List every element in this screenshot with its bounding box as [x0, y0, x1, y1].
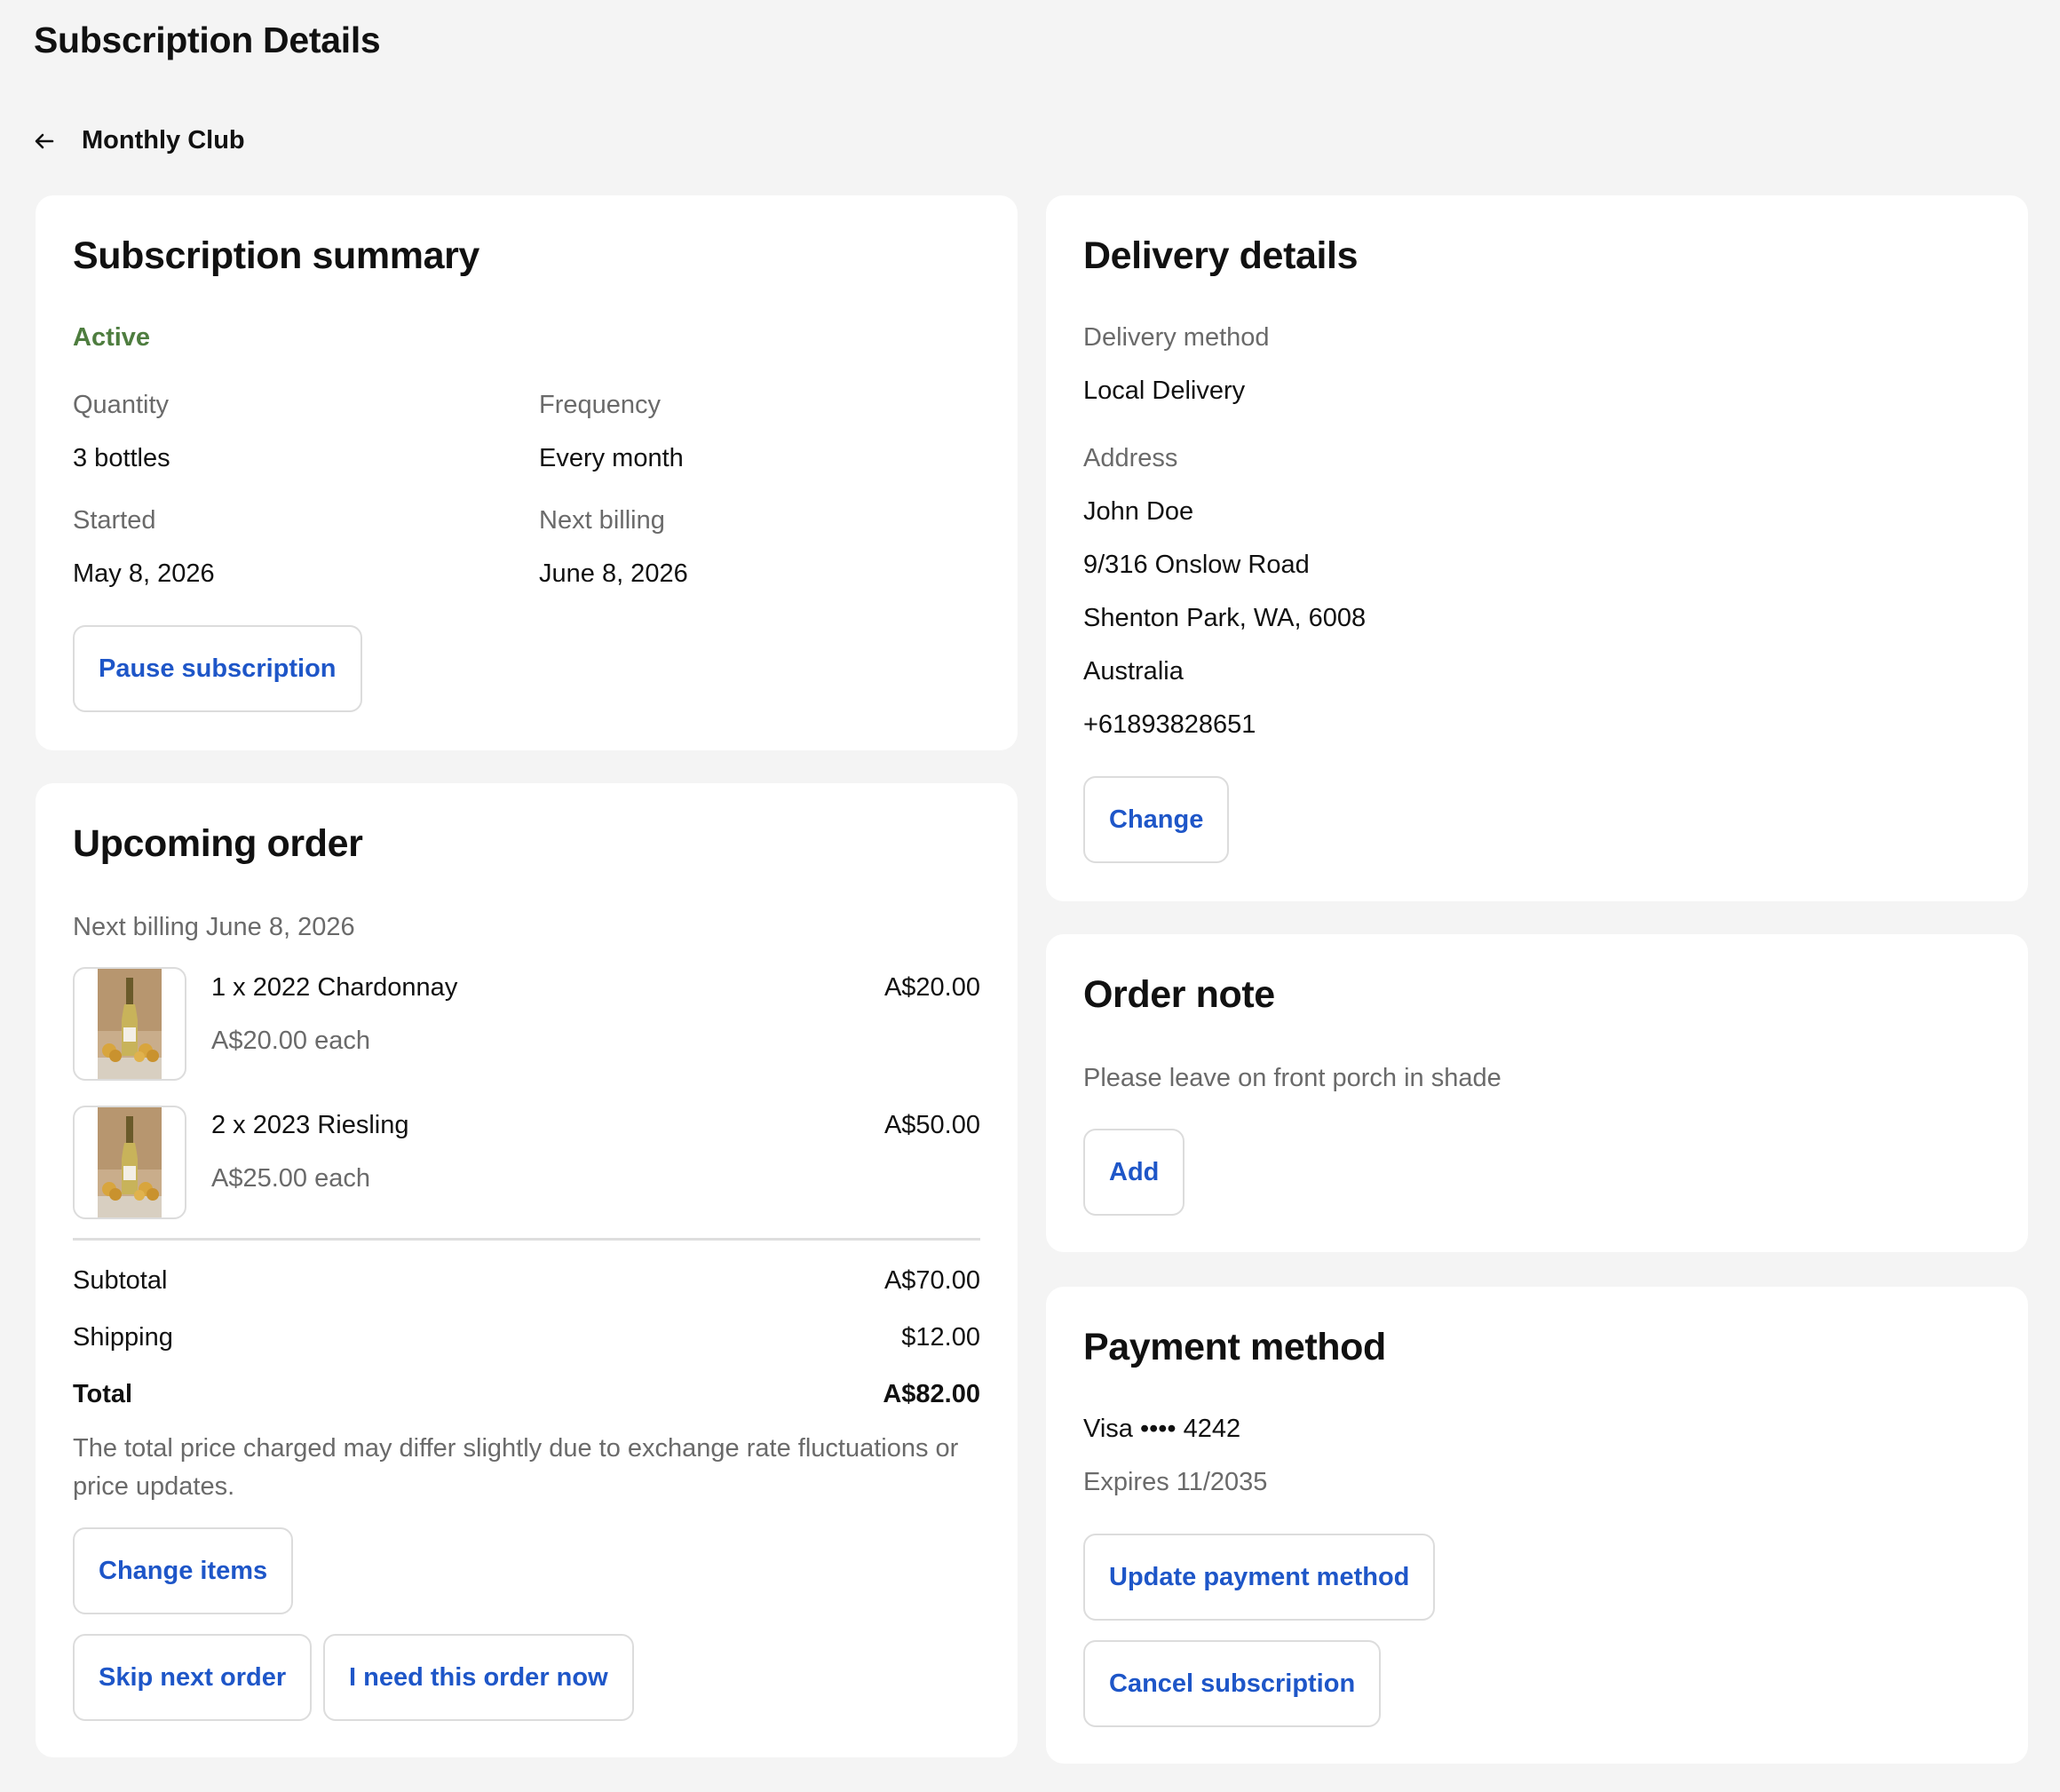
upcoming-next-billing: Next billing June 8, 2026 — [73, 913, 355, 941]
started-value: May 8, 2026 — [73, 559, 215, 588]
skip-next-order-button[interactable]: Skip next order — [73, 1634, 313, 1721]
upcoming-order-card: Upcoming order Next billing June 8, 2026… — [36, 783, 1018, 1757]
upcoming-order-title: Upcoming order — [73, 822, 363, 865]
change-items-button[interactable]: Change items — [73, 1527, 294, 1614]
arrow-left-icon[interactable] — [34, 131, 55, 152]
update-payment-button[interactable]: Update payment method — [1083, 1534, 1436, 1621]
back-nav-label[interactable]: Monthly Club — [82, 126, 245, 155]
order-note-title: Order note — [1083, 973, 1275, 1016]
address-name: John Doe — [1083, 497, 1194, 526]
product-image — [73, 1106, 186, 1219]
delivery-method-label: Delivery method — [1083, 323, 1270, 352]
product-image — [73, 967, 186, 1081]
delivery-details-title: Delivery details — [1083, 234, 1359, 277]
back-nav[interactable]: Monthly Club — [34, 126, 245, 155]
address-street: 9/316 Onslow Road — [1083, 551, 1310, 579]
status-badge: Active — [73, 323, 151, 352]
address-country: Australia — [1083, 657, 1184, 686]
quantity-label: Quantity — [73, 391, 169, 419]
wine-bottle-image — [98, 1107, 162, 1217]
subtotal-label: Subtotal — [73, 1266, 168, 1295]
order-note-card: Order note Please leave on front porch i… — [1046, 934, 2028, 1252]
card-number: Visa •••• 4242 — [1083, 1415, 1241, 1443]
change-delivery-button[interactable]: Change — [1083, 776, 1230, 863]
shipping-value: $12.00 — [901, 1323, 980, 1352]
frequency-label: Frequency — [539, 391, 662, 419]
address-phone: +61893828651 — [1083, 710, 1256, 739]
add-note-button[interactable]: Add — [1083, 1129, 1185, 1216]
address-city: Shenton Park, WA, 6008 — [1083, 604, 1367, 632]
page-title: Subscription Details — [34, 20, 381, 60]
frequency-value: Every month — [539, 444, 684, 472]
line-item-name: 2 x 2023 Riesling — [211, 1111, 409, 1139]
total-value: A$82.00 — [883, 1380, 980, 1408]
totals-divider — [73, 1238, 980, 1241]
next-billing-label: Next billing — [539, 506, 665, 535]
subscription-summary-title: Subscription summary — [73, 234, 479, 277]
started-label: Started — [73, 506, 156, 535]
address-label: Address — [1083, 444, 1178, 472]
delivery-method-value: Local Delivery — [1083, 377, 1246, 405]
delivery-details-card: Delivery details Delivery method Local D… — [1046, 195, 2028, 901]
card-expiry: Expires 11/2035 — [1083, 1468, 1268, 1496]
line-item-price: A$50.00 — [883, 1111, 980, 1139]
next-billing-value: June 8, 2026 — [539, 559, 688, 588]
line-item-price: A$20.00 — [883, 973, 980, 1002]
wine-bottle-image — [98, 969, 162, 1079]
order-now-button[interactable]: I need this order now — [323, 1634, 634, 1721]
order-note-text: Please leave on front porch in shade — [1083, 1064, 1501, 1092]
subtotal-value: A$70.00 — [883, 1266, 980, 1295]
cancel-subscription-button[interactable]: Cancel subscription — [1083, 1640, 1382, 1727]
total-label: Total — [73, 1380, 133, 1408]
pause-subscription-button[interactable]: Pause subscription — [73, 625, 362, 712]
price-disclaimer: The total price charged may differ sligh… — [73, 1434, 959, 1501]
line-item-unit-price: A$25.00 each — [211, 1164, 370, 1193]
shipping-label: Shipping — [73, 1323, 173, 1352]
subscription-summary-card: Subscription summary Active Quantity 3 b… — [36, 195, 1018, 750]
payment-method-title: Payment method — [1083, 1326, 1386, 1368]
quantity-value: 3 bottles — [73, 444, 170, 472]
line-item-unit-price: A$20.00 each — [211, 1027, 370, 1055]
line-item-name: 1 x 2022 Chardonnay — [211, 973, 458, 1002]
payment-method-card: Payment method Visa •••• 4242 Expires 11… — [1046, 1287, 2028, 1764]
page: Subscription Details Monthly Club Subscr… — [0, 0, 2060, 1792]
